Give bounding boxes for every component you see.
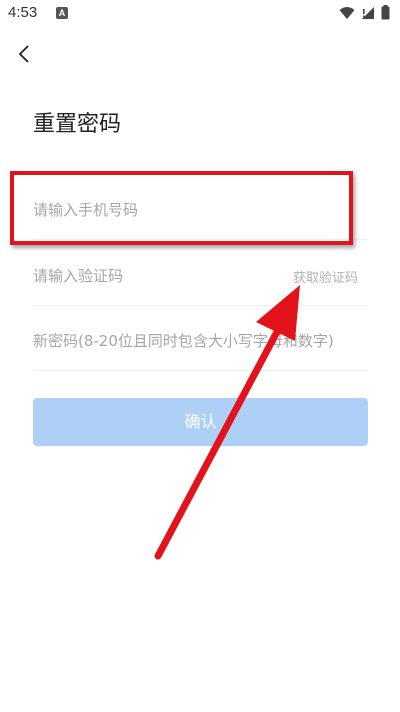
password-field — [33, 311, 368, 371]
code-input[interactable] — [33, 246, 273, 305]
status-bar: 4:53 A — [0, 0, 400, 28]
confirm-button[interactable]: 确认 — [33, 398, 368, 446]
battery-icon — [381, 5, 390, 20]
status-time: 4:53 — [8, 4, 38, 21]
page-title: 重置密码 — [33, 112, 122, 137]
notification-icon: A — [56, 7, 68, 19]
back-chevron-icon — [18, 45, 29, 63]
password-input[interactable] — [33, 311, 368, 370]
wifi-icon — [339, 6, 355, 19]
get-code-button[interactable]: 获取验证码 — [293, 267, 358, 286]
code-field: 获取验证码 — [33, 246, 368, 306]
phone-field — [33, 180, 368, 240]
signal-icon — [362, 6, 374, 19]
status-icons — [339, 5, 390, 20]
phone-input[interactable] — [33, 180, 273, 239]
back-button[interactable] — [10, 40, 38, 68]
